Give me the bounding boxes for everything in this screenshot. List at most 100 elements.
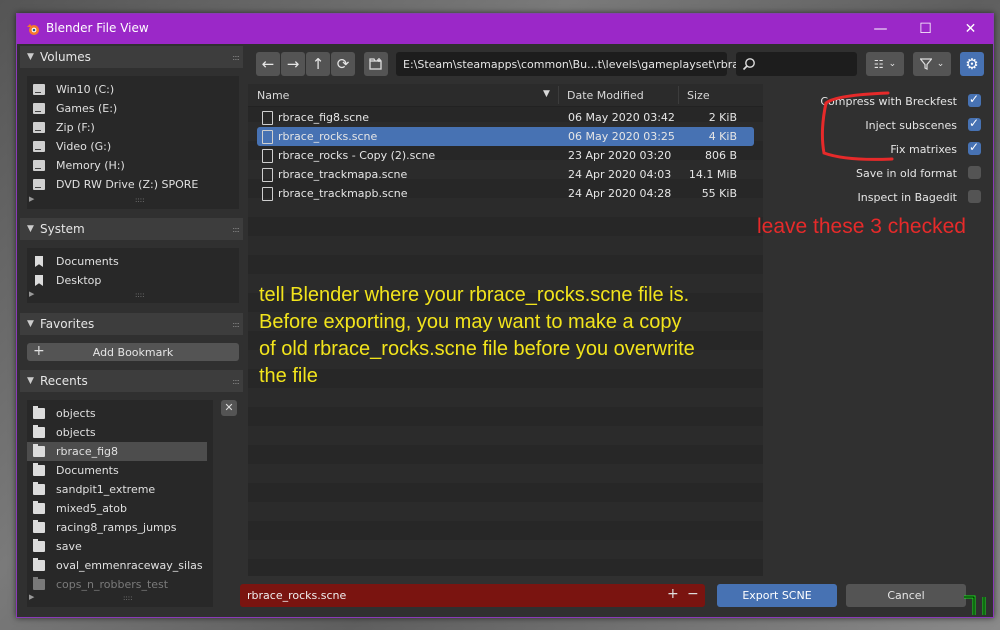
recent-item[interactable]: sandpit1_extreme [27,480,207,499]
volume-item[interactable]: DVD RW Drive (Z:) SPORE [27,175,207,194]
window-title: Blender File View [46,21,149,35]
checkbox-unchecked[interactable] [968,190,981,203]
forward-button[interactable]: → [281,52,305,76]
title-bar: Blender File View — ☐ ✕ [17,14,993,44]
grip-icon[interactable]: :::: [232,320,240,329]
chevron-down-icon: ⌄ [888,59,897,69]
option-inspect-bagedit[interactable]: Inspect in Bagedit [771,189,981,207]
annotation-text: tell Blender where your rbrace_rocks.scn… [259,284,695,387]
export-options-panel: Compress with Breckfest Inject subscenes… [763,84,993,576]
file-row[interactable]: rbrace_fig8.scne 06 May 2020 03:42 2 KiB [248,108,763,127]
recent-item[interactable]: cops_n_robbers_test [27,575,207,594]
recent-item[interactable]: mixed5_atob [27,499,207,518]
refresh-button[interactable]: ⟳ [331,52,355,76]
minimize-button[interactable]: — [858,14,903,44]
checkbox-checked[interactable] [968,140,981,155]
checkbox-checked[interactable] [968,116,981,131]
file-row-selected[interactable]: rbrace_rocks.scne 06 May 2020 03:25 4 Ki… [248,127,763,146]
resize-grip-icon[interactable]: :::: [135,196,144,204]
recent-item[interactable]: racing8_ramps_jumps [27,518,207,537]
folder-icon [33,482,45,495]
system-label: System [40,222,85,236]
file-icon [262,130,273,144]
parent-directory-button[interactable]: ↑ [306,52,330,76]
system-panel-header[interactable]: ▼ System :::: [20,218,243,240]
grip-icon[interactable]: :::: [232,225,240,234]
leave-checked-note: leave these 3 checked [757,215,966,238]
file-row[interactable]: rbrace_trackmapb.scne 24 Apr 2020 04:28 … [248,184,763,203]
clear-recents-button[interactable]: ✕ [221,400,237,416]
sort-arrow-icon[interactable]: ▼ [543,89,550,99]
folder-icon [33,577,45,590]
volume-item[interactable]: Zip (F:) [27,118,207,137]
folder-icon [33,501,45,514]
volume-item[interactable]: Games (E:) [27,99,207,118]
recent-item[interactable]: objects [27,404,207,423]
system-item-desktop[interactable]: Desktop [27,271,207,290]
grip-icon[interactable]: :::: [232,53,240,62]
column-divider[interactable] [678,86,679,104]
column-divider[interactable] [558,86,559,104]
new-folder-button[interactable] [364,52,388,76]
search-input[interactable] [736,52,857,76]
column-name[interactable]: Name [257,89,289,102]
grip-icon[interactable]: :::: [232,377,240,386]
file-row[interactable]: rbrace_trackmapa.scne 24 Apr 2020 04:03 … [248,165,763,184]
favorites-label: Favorites [40,317,95,331]
folder-icon [33,539,45,552]
directory-path-input[interactable]: E:\Steam\steamapps\common\Bu...t\levels\… [396,52,782,76]
file-icon [262,168,273,182]
recent-item[interactable]: objects [27,423,207,442]
bookmark-icon [35,256,43,267]
filename-input[interactable]: rbrace_rocks.scne + − [240,584,705,607]
expand-arrow-icon[interactable]: ▶ [29,593,34,601]
bookmark-icon [35,275,43,286]
maximize-button[interactable]: ☐ [903,14,948,44]
close-window-button[interactable]: ✕ [948,14,993,44]
expand-arrow-icon[interactable]: ▶ [29,195,34,203]
folder-icon [33,520,45,533]
drive-icon [33,141,45,152]
add-bookmark-button[interactable]: + Add Bookmark [27,343,239,361]
favorites-panel-header[interactable]: ▼ Favorites :::: [20,313,243,335]
column-date[interactable]: Date Modified [567,89,644,102]
file-icon [262,149,273,163]
recent-item[interactable]: Documents [27,461,207,480]
resize-corner-icon [964,595,986,615]
back-button[interactable]: ← [256,52,280,76]
display-mode-dropdown[interactable]: ☷ ⌄ [866,52,904,76]
option-save-old-format[interactable]: Save in old format [771,165,981,183]
column-size[interactable]: Size [687,89,710,102]
drive-icon [33,160,45,171]
increment-button[interactable]: + [667,586,679,602]
settings-toggle-button[interactable]: ⚙ [960,52,984,76]
file-view-window: Blender File View — ☐ ✕ ▼ Volumes :::: W… [16,13,994,618]
export-button[interactable]: Export SCNE [717,584,837,607]
resize-grip-icon[interactable]: :::: [135,291,144,299]
system-list: Documents Desktop ▶ :::: [27,248,239,303]
system-item-documents[interactable]: Documents [27,252,207,271]
volumes-panel-header[interactable]: ▼ Volumes :::: [20,46,243,68]
decrement-button[interactable]: − [687,586,699,602]
recent-item[interactable]: save [27,537,207,556]
folder-icon [33,425,45,438]
folder-icon [33,463,45,476]
collapse-arrow-icon: ▼ [27,319,34,329]
search-icon [742,58,755,71]
volumes-list: Win10 (C:) Games (E:) Zip (F:) Video (G:… [27,76,239,209]
blender-logo-icon [27,24,39,35]
list-view-icon: ☷ [873,57,884,71]
recents-panel-header[interactable]: ▼ Recents :::: [20,370,243,392]
volume-item[interactable]: Memory (H:) [27,156,207,175]
recent-item-selected[interactable]: rbrace_fig8 [27,442,207,461]
volume-item[interactable]: Win10 (C:) [27,80,207,99]
checkbox-checked[interactable] [968,92,981,107]
volume-item[interactable]: Video (G:) [27,137,207,156]
expand-arrow-icon[interactable]: ▶ [29,290,34,298]
filter-dropdown[interactable]: ⌄ [913,52,951,76]
cancel-button[interactable]: Cancel [846,584,966,607]
checkbox-unchecked[interactable] [968,166,981,179]
recent-item[interactable]: oval_emmenraceway_silas [27,556,207,575]
file-row[interactable]: rbrace_rocks - Copy (2).scne 23 Apr 2020… [248,146,763,165]
resize-grip-icon[interactable]: :::: [123,594,132,602]
